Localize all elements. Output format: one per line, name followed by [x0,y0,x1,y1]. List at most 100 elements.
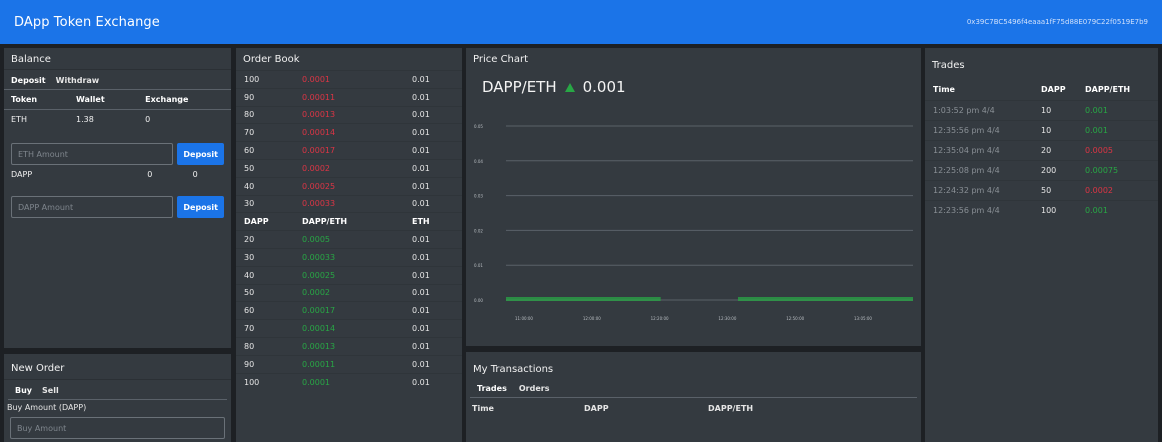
trades-title: Trades [932,60,965,71]
tab-deposit[interactable]: Deposit [11,76,46,87]
order-price: 0.00011 [294,87,404,107]
trade-price: 0.001 [1077,199,1158,220]
buy-order-row: 100 0.0001 0.01 [236,372,462,391]
balance-card: Balance Deposit Withdraw Token Wallet Ex… [4,48,231,348]
order-book-card: Order Book 100 0.0001 0.01 90 0.00011 0.01 80 0… [236,48,462,442]
buy-order-row: 20 0.0005 0.01 [236,230,462,249]
price-up-icon [564,82,575,92]
trades-card: Trades Time DAPP DAPP/ETH 1:03:52 pm 4/4… [925,48,1158,442]
trade-row: 1:03:52 pm 4/4 10 0.001 [925,99,1158,120]
trades-header-row: Time DAPP DAPP/ETH [925,80,1158,100]
y-tick-label: 0.02 [474,228,483,233]
trade-time: 12:35:56 pm 4/4 [925,119,1033,140]
order-total: 0.01 [404,319,462,338]
buy-order-row: 50 0.0002 0.01 [236,283,462,302]
col-wallet: Wallet [69,90,139,110]
order-total: 0.01 [404,194,462,213]
trade-amount: 10 [1033,99,1077,120]
new-order-title: New Order [4,354,231,380]
order-amount: 90 [236,354,294,374]
trade-time: 12:25:08 pm 4/4 [925,159,1033,180]
order-amount: 50 [236,283,294,302]
tab-sell[interactable]: Sell [42,386,59,397]
order-price: 0.00033 [294,247,404,267]
tab-orders[interactable]: Orders [519,384,550,395]
col-price: DAPP/ETH [1085,85,1131,95]
new-order-card: New Order Buy Sell Buy Amount (DAPP) [4,354,231,442]
trade-price: 0.0002 [1077,179,1158,200]
my-transactions-title: My Transactions [473,364,554,375]
buy-order-row: 40 0.00025 0.01 [236,265,462,285]
order-total: 0.01 [404,70,462,89]
order-amount: 20 [236,230,294,249]
wallet-balance: 0 [147,170,153,179]
sell-order-row: 90 0.00011 0.01 [236,87,462,107]
trade-row: 12:25:08 pm 4/4 200 0.00075 [925,159,1158,180]
order-amount: 80 [236,105,294,124]
tab-buy[interactable]: Buy [15,386,32,397]
sell-order-row: 100 0.0001 0.01 [236,70,462,89]
eth-amount-input[interactable] [11,143,174,165]
trade-time: 12:23:56 pm 4/4 [925,199,1033,220]
order-amount: 70 [236,123,294,142]
deposit-eth-button[interactable]: Deposit [177,143,224,165]
trade-amount: 100 [1033,199,1077,220]
brand-title[interactable]: DApp Token Exchange [14,15,160,30]
buy-amount-input[interactable] [10,417,225,439]
exchange-balance: 0 [192,170,198,179]
col-dapp: DAPP [236,212,294,231]
order-price: 0.0002 [294,158,404,178]
order-book-header-row: DAPP DAPP/ETH ETH [236,212,462,231]
balance-table-dapp: DAPP 0 0 [4,165,231,184]
col-token: Token [4,90,69,110]
dapp-amount-input[interactable] [11,196,174,218]
col-eth: ETH [404,212,462,231]
trade-row: 12:35:56 pm 4/4 10 0.001 [925,119,1158,140]
order-price: 0.00011 [294,354,404,374]
my-transactions-card: My Transactions Trades Orders Time DAPP … [466,352,921,442]
wallet-balance: 1.38 [76,115,94,124]
pair-label: DAPP/ETH [482,78,557,96]
price-ticker: DAPP/ETH 0.001 [466,70,921,96]
price-candle [506,297,661,301]
x-tick-label: 12:30:00 [718,316,736,321]
order-price: 0.00013 [294,336,404,356]
order-price: 0.0005 [294,230,404,249]
token-name: ETH [11,115,27,124]
trade-amount: 20 [1033,139,1077,160]
col-time: Time [933,85,955,95]
order-price: 0.00025 [294,265,404,285]
price-candle [737,297,913,301]
col-price: DAPP/ETH [294,212,404,231]
order-amount: 80 [236,336,294,356]
balance-row-dapp: DAPP 0 0 [4,165,231,184]
x-tick-label: 12:00:00 [583,316,601,321]
sell-order-row: 50 0.0002 0.01 [236,158,462,178]
order-price: 0.0001 [294,70,404,89]
balance-row-eth: ETH 1.38 0 [4,110,231,130]
order-amount: 30 [236,247,294,267]
x-tick-label: 12:50:00 [786,316,804,321]
order-total: 0.01 [404,176,462,196]
tab-withdraw[interactable]: Withdraw [56,76,100,87]
order-amount: 60 [236,301,294,320]
order-price: 0.00014 [294,319,404,338]
order-total: 0.01 [404,158,462,178]
buy-order-row: 30 0.00033 0.01 [236,247,462,267]
order-total: 0.01 [404,354,462,374]
tab-trades[interactable]: Trades [477,384,507,395]
account-address[interactable]: 0x39C7BC5496f4eaaa1fF75d88E079C22f0519E7… [967,18,1148,26]
order-price: 0.00013 [294,105,404,124]
y-tick-label: 0.01 [474,263,483,268]
sell-order-row: 80 0.00013 0.01 [236,105,462,124]
order-book-title: Order Book [243,54,300,65]
col-time: Time [472,404,494,413]
new-order-tabs: Buy Sell [8,380,227,400]
dapp-deposit-form: Deposit [4,190,231,224]
trade-price: 0.0005 [1077,139,1158,160]
trade-price: 0.001 [1077,99,1158,120]
y-tick-label: 0.00 [474,298,483,303]
deposit-dapp-button[interactable]: Deposit [177,196,224,218]
order-amount: 40 [236,265,294,285]
x-tick-label: 13:05:00 [854,316,872,321]
